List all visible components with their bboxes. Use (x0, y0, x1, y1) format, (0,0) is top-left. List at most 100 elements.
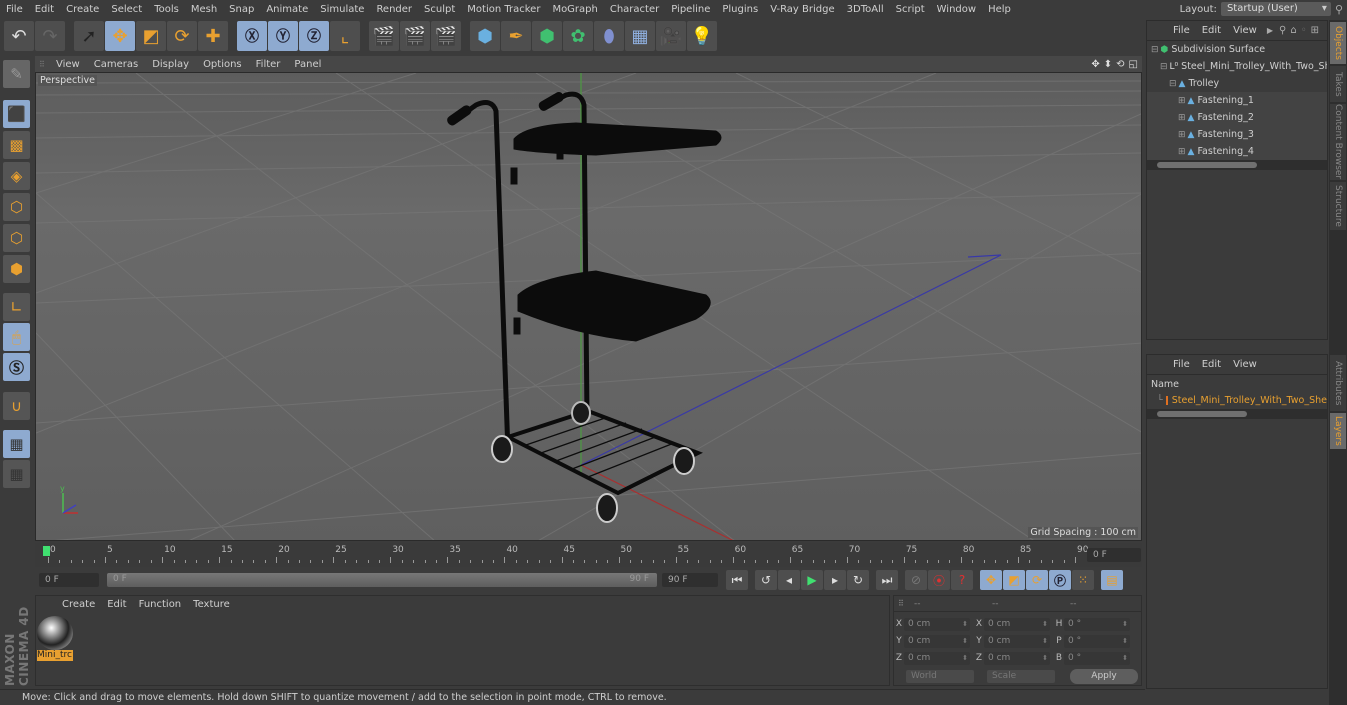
cloner-icon[interactable]: ✿ (563, 21, 593, 51)
play-icon[interactable]: ▶ (801, 570, 823, 590)
tweak-mode-icon[interactable]: 🖱 (3, 323, 30, 351)
viewport-menu-view[interactable]: View (49, 59, 87, 70)
collapse-icon[interactable]: ⊟ (1160, 62, 1168, 72)
size-y-field[interactable]: 0 cm (984, 634, 1050, 648)
material-menu-texture[interactable]: Texture (187, 599, 236, 610)
viewport-menu-display[interactable]: Display (145, 59, 196, 70)
key-rotation-icon[interactable]: ⟳ (1026, 570, 1048, 590)
move-icon[interactable]: ✥ (105, 21, 135, 51)
timeline-window-icon[interactable]: ▤ (1101, 570, 1123, 590)
points-mode-icon[interactable]: ⬡ (3, 193, 30, 221)
rotate-icon[interactable]: ⟳ (167, 21, 197, 51)
start-frame-field[interactable]: 0 F (39, 573, 99, 587)
object-row[interactable]: ⊞ ▲ Fastening_4 (1147, 143, 1327, 160)
render-picture-viewer-icon[interactable]: 🎬 (400, 21, 430, 51)
cinema4d-logo-icon[interactable]: ✎ (3, 60, 30, 88)
go-to-start-icon[interactable]: ⏮ (726, 570, 748, 590)
viewport-dolly-icon[interactable]: ⬍ (1102, 59, 1114, 70)
material-menu-function[interactable]: Function (133, 599, 188, 610)
render-view-icon[interactable]: 🎬 (369, 21, 399, 51)
material-item[interactable]: Mini_trc (37, 616, 73, 664)
next-key-icon[interactable]: ↻ (847, 570, 869, 590)
autokeying-icon[interactable]: ⦿ (928, 570, 950, 590)
light-icon[interactable]: 💡 (687, 21, 717, 51)
next-frame-icon[interactable]: ▸ (824, 570, 846, 590)
tab-structure[interactable]: Structure (1330, 182, 1346, 230)
menu-character[interactable]: Character (604, 4, 665, 15)
previous-frame-icon[interactable]: ◂ (778, 570, 800, 590)
viewport-menu-cameras[interactable]: Cameras (87, 59, 145, 70)
end-frame-field[interactable]: 90 F (662, 573, 718, 587)
search-icon[interactable]: ⚲ (1335, 3, 1343, 16)
layer-color-swatch[interactable] (1165, 396, 1168, 405)
workplane-lock-icon[interactable]: ▦ (3, 430, 30, 458)
key-scale-icon[interactable]: ◩ (1003, 570, 1025, 590)
layer-menu-file[interactable]: File (1167, 359, 1196, 370)
transform-type-dropdown[interactable]: Scale (987, 670, 1055, 683)
search-icon[interactable]: ⚲ (1277, 25, 1288, 36)
tab-layers[interactable]: Layers (1330, 413, 1346, 449)
new-window-icon[interactable]: ⊞ (1309, 25, 1321, 36)
viewport-menu-options[interactable]: Options (196, 59, 249, 70)
select-arrow-icon[interactable]: ➚ (74, 21, 104, 51)
undo-icon[interactable]: ↶ (4, 21, 34, 51)
menu-script[interactable]: Script (890, 4, 931, 15)
model-mode-icon[interactable]: ⬛ (3, 100, 30, 128)
expand-icon[interactable]: ⊞ (1178, 147, 1186, 157)
go-to-end-icon[interactable]: ⏭ (876, 570, 898, 590)
tab-content-browser[interactable]: Content Browser (1330, 104, 1346, 180)
object-row[interactable]: ⊟ ⬢ Subdivision Surface (1147, 41, 1327, 58)
keyframe-selection-icon[interactable]: ? (951, 570, 973, 590)
viewport-orbit-icon[interactable]: ⟲ (1114, 59, 1126, 70)
material-menu-create[interactable]: Create (56, 599, 101, 610)
record-keys-icon[interactable]: ⊘ (905, 570, 927, 590)
expand-icon[interactable]: ⊞ (1178, 130, 1186, 140)
object-row[interactable]: ⊞ ▲ Fastening_2 (1147, 109, 1327, 126)
object-row[interactable]: ⊞ ▲ Fastening_3 (1147, 126, 1327, 143)
menu-file[interactable]: File (0, 4, 29, 15)
menu-3dtoall[interactable]: 3DToAll (841, 4, 890, 15)
menu-create[interactable]: Create (60, 4, 105, 15)
layout-dropdown[interactable]: Startup (User) (1220, 2, 1331, 16)
size-x-field[interactable]: 0 cm (984, 617, 1050, 631)
key-position-icon[interactable]: ✥ (980, 570, 1002, 590)
floor-icon[interactable]: ▦ (625, 21, 655, 51)
menu-vray-bridge[interactable]: V-Ray Bridge (764, 4, 840, 15)
position-z-field[interactable]: 0 cm (904, 651, 970, 665)
viewport-3d[interactable]: y Perspective Grid Spacing : 100 cm (35, 72, 1142, 541)
menu-pipeline[interactable]: Pipeline (665, 4, 716, 15)
object-horizontal-scrollbar[interactable] (1147, 160, 1327, 170)
current-frame-field[interactable]: 0 F (1087, 548, 1141, 562)
move-plus-icon[interactable]: ✚ (198, 21, 228, 51)
y-axis-icon[interactable]: Ⓨ (268, 21, 298, 51)
workplane-mode-icon[interactable]: ◈ (3, 162, 30, 190)
edges-mode-icon[interactable]: ⬡ (3, 224, 30, 252)
timeline-playhead[interactable] (43, 546, 50, 556)
frame-range-slider[interactable]: 0 F 90 F (107, 573, 657, 587)
expand-icon[interactable]: ⊞ (1178, 113, 1186, 123)
viewport-menu-filter[interactable]: Filter (249, 59, 288, 70)
minimize-icon[interactable]: ◦ (1299, 25, 1309, 36)
z-axis-icon[interactable]: Ⓩ (299, 21, 329, 51)
menu-animate[interactable]: Animate (260, 4, 314, 15)
deformer-icon[interactable]: ⬮ (594, 21, 624, 51)
viewport-pan-icon[interactable]: ✥ (1089, 59, 1101, 70)
apply-button[interactable]: Apply (1070, 669, 1138, 684)
solo-mode-icon[interactable]: Ⓢ (3, 353, 30, 381)
rotation-p-field[interactable]: 0 ° (1064, 634, 1130, 648)
previous-key-icon[interactable]: ↺ (755, 570, 777, 590)
coordinate-mode-dropdown[interactable]: World (906, 670, 974, 683)
object-menu-edit[interactable]: Edit (1196, 25, 1227, 36)
object-row[interactable]: ⊟ ▲ Trolley (1147, 75, 1327, 92)
menu-tools[interactable]: Tools (148, 4, 185, 15)
size-z-field[interactable]: 0 cm (984, 651, 1050, 665)
object-row[interactable]: ⊟ L⁰ Steel_Mini_Trolley_With_Two_Sh (1147, 58, 1327, 75)
home-icon[interactable]: ⌂ (1288, 25, 1298, 36)
object-menu-file[interactable]: File (1167, 25, 1196, 36)
layer-horizontal-scrollbar[interactable] (1147, 409, 1327, 419)
texture-mode-icon[interactable]: ▩ (3, 131, 30, 159)
coordinate-system-icon[interactable]: ⌞ (330, 21, 360, 51)
menu-plugins[interactable]: Plugins (716, 4, 764, 15)
menu-help[interactable]: Help (982, 4, 1017, 15)
menu-window[interactable]: Window (931, 4, 982, 15)
